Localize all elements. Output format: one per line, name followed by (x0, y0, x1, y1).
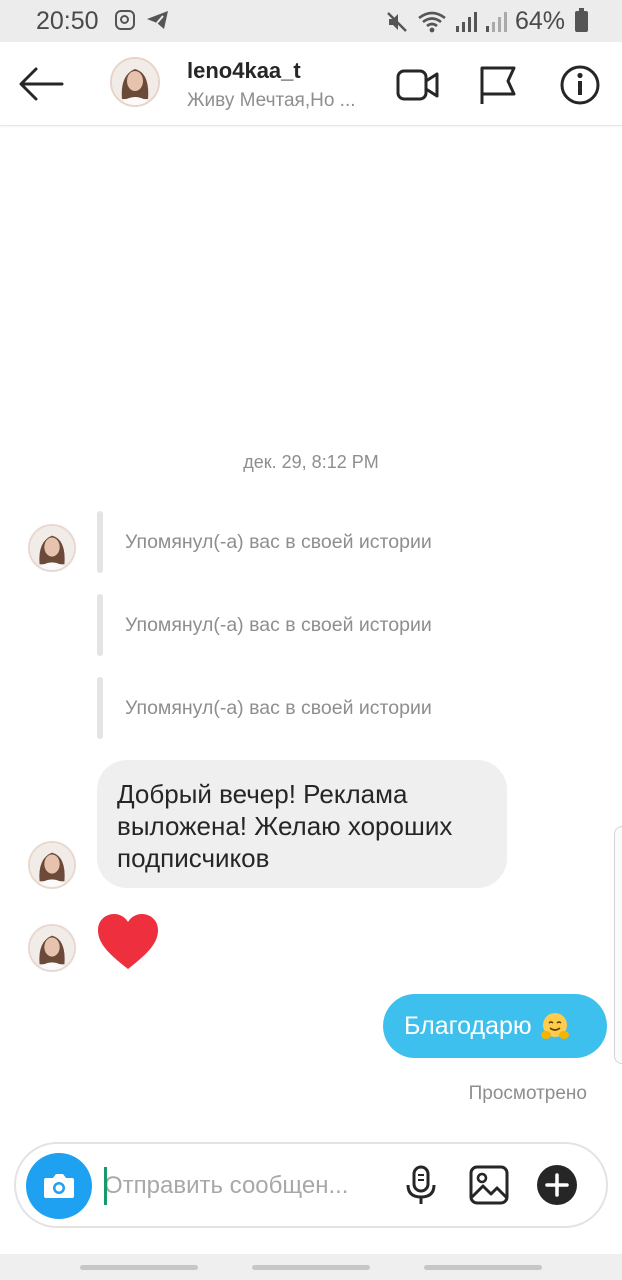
signal-icon (455, 11, 477, 32)
status-time: 20:50 (36, 7, 99, 35)
hugging-face-emoji (540, 1013, 569, 1039)
message-composer (14, 1142, 608, 1228)
chat-subtitle: Живу Мечтая,Но ... (187, 90, 356, 111)
chat-header: leno4kaa_t Живу Мечтая,Но ... (0, 42, 622, 126)
microphone-icon[interactable] (399, 1163, 443, 1207)
back-arrow-icon[interactable] (18, 64, 64, 104)
avatar[interactable] (28, 524, 76, 572)
story-mention[interactable]: Упомянул(-а) вас в своей истории (97, 594, 432, 656)
incoming-message[interactable]: Добрый вечер! Реклама выложена! Желаю хо… (97, 760, 507, 888)
system-nav-bar (0, 1254, 622, 1280)
chat-username[interactable]: leno4kaa_t (187, 58, 301, 84)
add-icon[interactable] (535, 1163, 579, 1207)
video-call-icon[interactable] (394, 62, 440, 108)
seen-status: Просмотрено (468, 1083, 587, 1104)
nav-home-button[interactable] (252, 1265, 370, 1270)
outgoing-message-text: Благодарю (404, 1011, 532, 1040)
story-mention[interactable]: Упомянул(-а) вас в своей истории (97, 677, 432, 739)
message-date: дек. 29, 8:12 PM (243, 452, 379, 472)
story-mention-text: Упомянул(-а) вас в своей истории (125, 697, 432, 719)
signal-icon-2 (485, 11, 507, 32)
avatar[interactable] (28, 924, 76, 972)
info-icon[interactable] (557, 62, 603, 108)
message-input[interactable] (104, 1164, 394, 1208)
flag-icon[interactable] (475, 62, 521, 108)
message-line: подписчиков (117, 843, 270, 873)
camera-icon (44, 1174, 74, 1198)
telegram-icon (147, 11, 168, 29)
heart-icon[interactable] (96, 912, 160, 972)
message-line: выложена! Желаю хороших (117, 811, 453, 841)
avatar[interactable] (110, 57, 160, 107)
instagram-icon (115, 10, 135, 30)
gallery-icon[interactable] (467, 1163, 511, 1207)
scroll-handle[interactable] (614, 826, 622, 1064)
mute-icon (387, 11, 407, 32)
story-mention[interactable]: Упомянул(-а) вас в своей истории (97, 511, 432, 573)
avatar[interactable] (28, 841, 76, 889)
nav-back-button[interactable] (424, 1265, 542, 1270)
outgoing-message[interactable]: Благодарю (383, 994, 607, 1058)
message-line: Добрый вечер! Реклама (117, 779, 408, 809)
camera-button[interactable] (26, 1153, 92, 1219)
story-mention-text: Упомянул(-а) вас в своей истории (125, 531, 432, 553)
text-cursor (104, 1167, 107, 1205)
battery-icon (575, 8, 588, 32)
status-bar: 20:50 64% (0, 0, 622, 42)
wifi-icon (418, 11, 446, 32)
battery-percent: 64% (514, 7, 565, 35)
nav-recents-button[interactable] (80, 1265, 198, 1270)
story-mention-text: Упомянул(-а) вас в своей истории (125, 614, 432, 636)
